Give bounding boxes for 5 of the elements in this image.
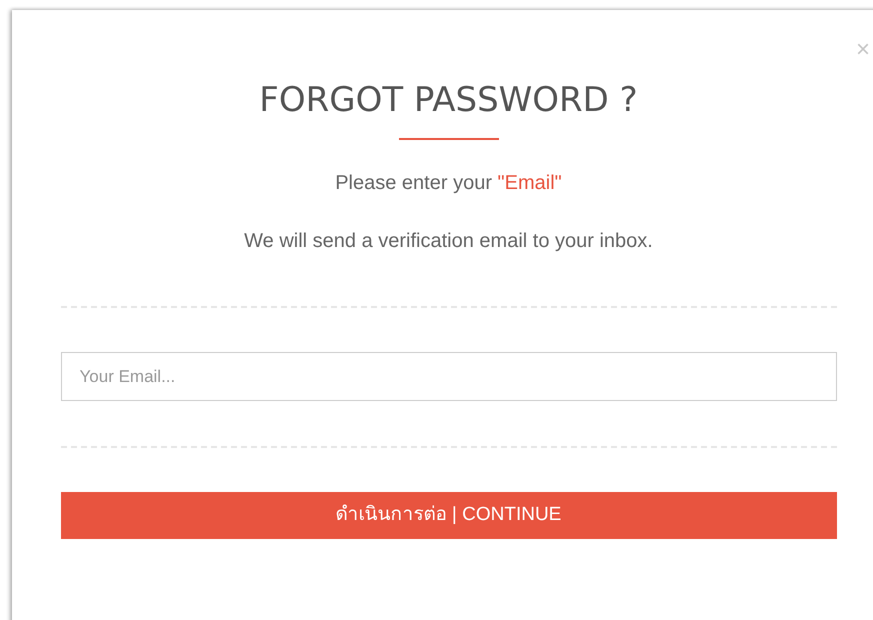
- email-field[interactable]: Your Email...: [60, 352, 836, 401]
- info-text: We will send a verification email to your inbox.: [243, 229, 654, 254]
- continue-button[interactable]: ดำเนินการต่อ | CONTINUE: [60, 492, 836, 539]
- prompt-text: Please enter your "Email": [334, 171, 563, 196]
- dialog-title: FORGOT PASSWORD ?: [258, 79, 639, 122]
